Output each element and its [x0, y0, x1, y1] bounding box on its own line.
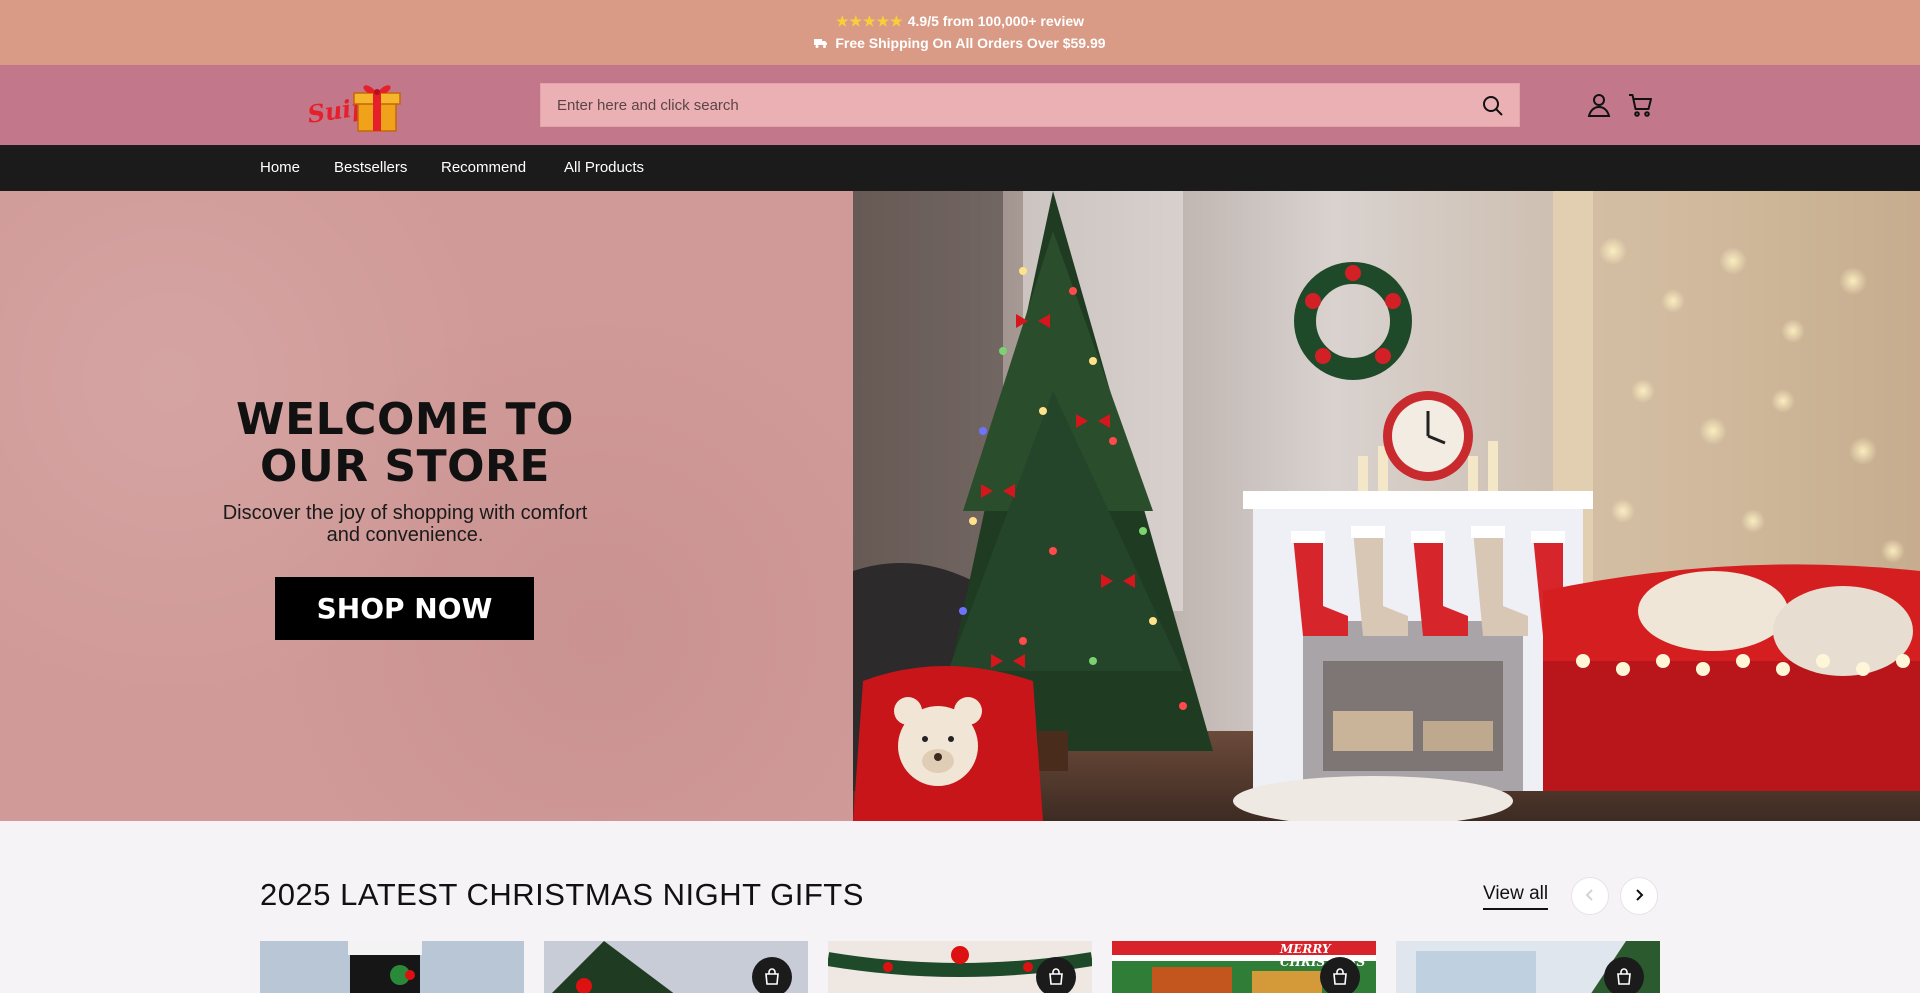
- carousel-next-button[interactable]: [1620, 877, 1658, 915]
- add-to-cart-icon[interactable]: [752, 957, 792, 993]
- hero-banner: WELCOME TO OUR STORE Discover the joy of…: [0, 191, 1920, 821]
- product-card-2[interactable]: [544, 941, 808, 993]
- store-logo[interactable]: Suipc: [306, 75, 402, 135]
- rating-stars: ★★★★★: [835, 13, 904, 29]
- account-icon[interactable]: [1586, 92, 1612, 118]
- add-to-cart-icon[interactable]: [1320, 957, 1360, 993]
- nav-item-home[interactable]: Home: [260, 159, 300, 176]
- search-input[interactable]: [541, 84, 1461, 126]
- rating-text: 4.9/5 from 100,000+ review: [907, 13, 1085, 29]
- hero-text-panel: WELCOME TO OUR STORE Discover the joy of…: [0, 191, 853, 821]
- featured-collection: 2025 LATEST CHRISTMAS NIGHT GIFTS View a…: [0, 821, 1920, 993]
- shipping-text: Free Shipping On All Orders Over $59.99: [835, 35, 1106, 51]
- nav-item-recommend[interactable]: Recommend: [441, 159, 526, 176]
- product-card-4[interactable]: MERRY CHRISTMAS: [1112, 941, 1376, 993]
- shipping-line: Free Shipping On All Orders Over $59.99: [0, 35, 1920, 51]
- site-header: Suipc: [0, 65, 1920, 145]
- nav-item-bestsellers[interactable]: Bestsellers: [334, 159, 407, 176]
- rating-line: ★★★★★ 4.9/5 from 100,000+ review: [0, 13, 1920, 30]
- add-to-cart-icon[interactable]: [1036, 957, 1076, 993]
- collection-title: 2025 LATEST CHRISTMAS NIGHT GIFTS: [260, 877, 864, 912]
- chevron-right-icon: [1632, 888, 1646, 905]
- carousel-prev-button[interactable]: [1571, 877, 1609, 915]
- nav-item-all-products[interactable]: All Products: [564, 159, 644, 176]
- shop-now-button[interactable]: SHOP NOW: [275, 577, 534, 640]
- main-nav: Home Bestsellers Recommend All Products: [0, 145, 1920, 191]
- announcement-bar: ★★★★★ 4.9/5 from 100,000+ review Free Shi…: [0, 0, 1920, 65]
- product-card-5[interactable]: [1396, 941, 1660, 993]
- product-card-1[interactable]: [260, 941, 524, 993]
- cart-icon[interactable]: [1627, 92, 1653, 118]
- search-bar: [540, 83, 1520, 127]
- chevron-left-icon: [1583, 888, 1597, 905]
- hero-title: WELCOME TO OUR STORE: [236, 394, 574, 492]
- view-all-link[interactable]: View all: [1483, 883, 1549, 910]
- add-to-cart-icon[interactable]: [1604, 957, 1644, 993]
- hero-christmas-image: [853, 191, 1920, 821]
- search-icon[interactable]: [1481, 94, 1505, 118]
- hero-subtitle: Discover the joy of shopping with comfor…: [222, 502, 588, 546]
- product-card-3[interactable]: [828, 941, 1092, 993]
- truck-icon: [814, 35, 835, 51]
